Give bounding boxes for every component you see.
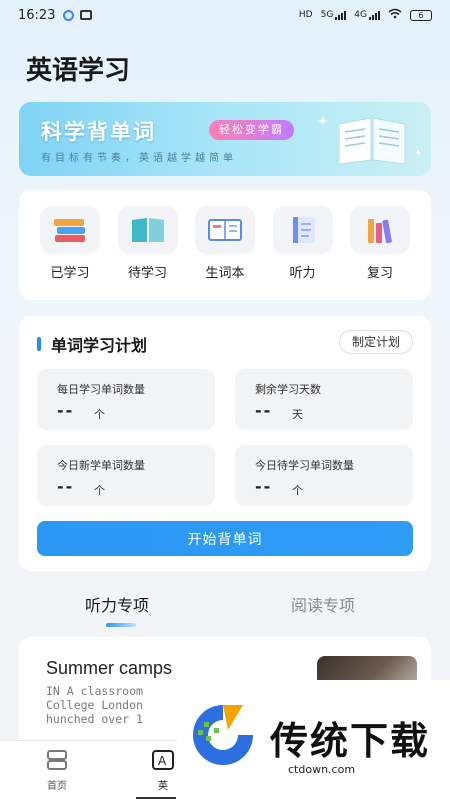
start-memorize-button[interactable]: 开始背单词 — [37, 521, 413, 556]
stat-unit: 个 — [292, 484, 303, 497]
stat-today-new: 今日新学单词数量 -- 个 — [37, 445, 215, 506]
tab-active-indicator — [106, 623, 136, 627]
watermark: 传统下载 ctdown.com — [178, 680, 450, 780]
article-title: Summer camps — [46, 658, 173, 678]
battery-icon: 6 — [410, 9, 432, 21]
nav-home[interactable]: 首页 — [32, 749, 82, 792]
category-label: 已学习 — [50, 266, 90, 281]
article-line: hunched over 1 — [46, 712, 143, 726]
sparkle-icon: ✦ — [414, 148, 423, 159]
page-title: 英语学习 — [26, 56, 131, 86]
category-card: 已学习 待学习 生词本 听力 复习 — [19, 190, 431, 300]
stat-label: 剩余学习天数 — [255, 383, 321, 396]
watermark-text: 传统下载 — [270, 719, 431, 763]
promo-banner[interactable]: 科学背单词 轻松变学霸 有目标有节奏，英语越学越简单 ✦ ✦ — [19, 102, 431, 176]
category-to-learn[interactable]: 待学习 — [117, 206, 179, 281]
signal-5g-icon: 5G — [321, 10, 347, 20]
translate-icon: A — [152, 750, 174, 770]
stat-unit: 个 — [94, 408, 105, 421]
stack-books-icon — [40, 206, 100, 254]
article-line: College London — [46, 698, 143, 712]
watermark-url: ctdown.com — [288, 763, 356, 776]
stat-label: 今日待学习单词数量 — [255, 459, 354, 472]
nav-label: 英 — [158, 781, 168, 792]
word-plan-card: 单词学习计划 制定计划 每日学习单词数量 -- 个 剩余学习天数 -- 天 今日… — [19, 316, 431, 571]
nav-active-indicator — [136, 797, 176, 799]
status-bar: 16:23 HD 5G 4G 6 — [0, 0, 450, 30]
section-tabs: 听力专项 阅读专项 — [0, 585, 450, 635]
article-excerpt: IN A classroom College London hunched ov… — [46, 684, 186, 726]
stat-remaining-days: 剩余学习天数 -- 天 — [235, 369, 413, 430]
status-time: 16:23 — [18, 7, 56, 23]
stat-today-pending: 今日待学习单词数量 -- 个 — [235, 445, 413, 506]
sparkle-icon: ✦ — [317, 114, 329, 130]
stat-daily-words: 每日学习单词数量 -- 个 — [37, 369, 215, 430]
wifi-icon — [388, 8, 402, 22]
hd-indicator: HD — [298, 10, 313, 20]
category-label: 听力 — [289, 266, 316, 281]
stat-value: -- — [255, 477, 273, 496]
home-icon — [47, 750, 67, 770]
make-plan-button[interactable]: 制定计划 — [338, 330, 413, 354]
stat-unit: 个 — [94, 484, 105, 497]
open-book-icon — [338, 117, 406, 165]
banner-badge: 轻松变学霸 — [209, 120, 294, 140]
category-listening[interactable]: 听力 — [272, 206, 334, 281]
category-vocab-book[interactable]: 生词本 — [194, 206, 256, 281]
document-icon — [272, 206, 333, 254]
app-notification-icon — [63, 9, 75, 21]
watermark-logo-icon — [193, 705, 253, 765]
category-learned[interactable]: 已学习 — [39, 206, 101, 281]
accent-bar — [37, 337, 41, 351]
category-label: 复习 — [366, 266, 393, 281]
tab-reading[interactable]: 阅读专项 — [291, 592, 355, 616]
stat-value: -- — [57, 401, 75, 420]
banner-title: 科学背单词 — [41, 120, 156, 144]
banner-subtitle: 有目标有节奏，英语越学越简单 — [41, 153, 237, 164]
notification-box-icon — [80, 10, 93, 20]
stat-unit: 天 — [292, 408, 303, 421]
notebook-icon — [195, 206, 255, 254]
stat-value: -- — [57, 477, 75, 496]
tab-listening[interactable]: 听力专项 — [85, 592, 149, 616]
category-label: 待学习 — [127, 266, 167, 281]
stat-label: 今日新学单词数量 — [57, 459, 145, 472]
article-line: IN A classroom — [46, 684, 143, 698]
plan-title: 单词学习计划 — [51, 336, 148, 355]
nav-label: 首页 — [47, 781, 67, 792]
open-book-icon — [117, 206, 178, 254]
signal-4g-icon: 4G — [354, 10, 380, 20]
stat-value: -- — [255, 401, 273, 420]
books-shelf-icon — [350, 206, 410, 254]
stat-label: 每日学习单词数量 — [57, 383, 145, 396]
plan-header: 单词学习计划 — [37, 332, 147, 356]
category-review[interactable]: 复习 — [349, 206, 411, 281]
category-label: 生词本 — [205, 266, 245, 281]
svg-text:A: A — [158, 754, 167, 768]
